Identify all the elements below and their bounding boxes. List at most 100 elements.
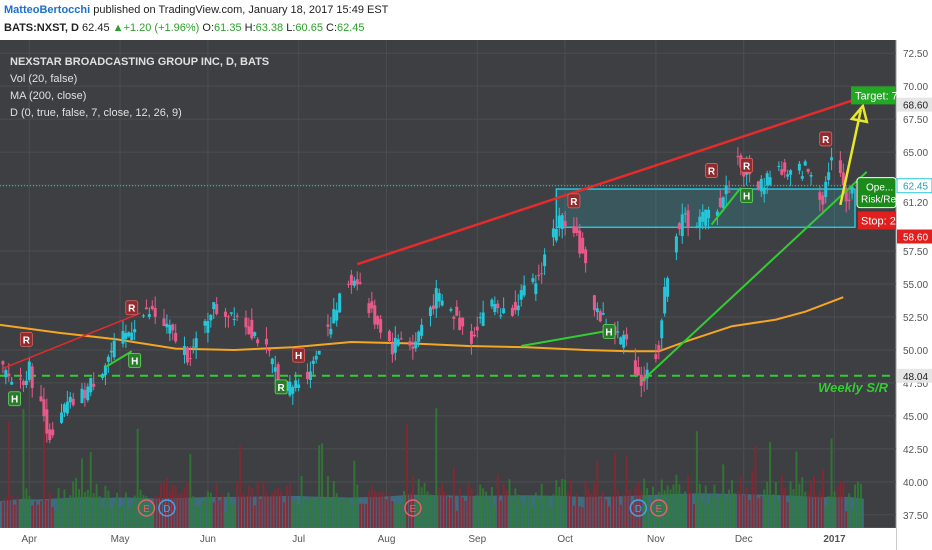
volume-bar	[622, 494, 625, 528]
volume-bar	[7, 421, 10, 528]
volume-bar	[520, 498, 523, 528]
x-tick-label: Nov	[647, 534, 665, 545]
volume-bar	[25, 488, 28, 528]
volume-bar	[464, 500, 467, 528]
volume-bar	[447, 496, 449, 528]
candle-body	[824, 181, 828, 197]
candle-body	[408, 341, 412, 346]
volume-bar	[687, 474, 690, 528]
candle-body	[59, 412, 63, 423]
volume-bar	[423, 482, 426, 528]
volume-bar	[75, 477, 78, 528]
candle-body	[165, 323, 169, 328]
y-tick-label: 45.00	[903, 412, 928, 423]
marker-label: H	[743, 192, 750, 203]
legend-indicator[interactable]: D (0, true, false, 7, close, 12, 26, 9)	[10, 105, 269, 122]
volume-bar	[236, 481, 239, 528]
volume-bar	[80, 458, 83, 528]
candle-body	[657, 345, 661, 351]
candle-body	[109, 350, 113, 353]
volume-bar	[119, 506, 122, 528]
y-tick-label: 72.50	[903, 49, 928, 60]
volume-bar	[160, 482, 163, 528]
volume-bar	[719, 494, 722, 528]
candle-body	[818, 192, 822, 200]
volume-bar	[388, 493, 391, 528]
legend-ma[interactable]: MA (200, close)	[10, 88, 269, 105]
volume-bar	[789, 481, 792, 528]
candle-body	[581, 237, 585, 254]
volume-bar	[798, 483, 801, 528]
volume-bar	[373, 491, 376, 528]
candle-body	[531, 278, 535, 282]
candle-body	[519, 290, 523, 300]
candle-body	[379, 319, 383, 333]
volume-bar	[189, 453, 192, 528]
volume-bar	[531, 506, 534, 528]
candle-body	[806, 168, 810, 172]
candle-body	[411, 346, 415, 349]
volume-bar	[63, 489, 66, 528]
candle-body	[475, 326, 479, 331]
volume-bar	[262, 481, 265, 528]
candle-body	[80, 388, 84, 404]
candle-body	[215, 304, 219, 314]
candle-body	[373, 305, 377, 325]
volume-bar	[37, 504, 40, 528]
candle-body	[584, 249, 588, 264]
volume-bar	[370, 485, 373, 528]
volume-bar	[198, 505, 201, 528]
volume-bar	[350, 504, 353, 528]
volume-bar	[201, 501, 204, 528]
y-tick-label: 55.00	[903, 280, 928, 291]
volume-bar	[555, 479, 558, 528]
volume-bar	[845, 511, 848, 528]
volume-bar	[206, 491, 209, 528]
volume-bar	[467, 483, 470, 528]
volume-bar	[19, 500, 22, 528]
volume-bar	[739, 476, 742, 528]
open-value: 61.35	[214, 22, 242, 34]
candle-body	[780, 169, 784, 175]
volume-bar	[397, 502, 400, 528]
y-tick-label: 57.50	[903, 247, 928, 258]
volume-bar	[107, 490, 110, 528]
volume-bar	[215, 483, 218, 528]
volume-bar	[341, 499, 344, 528]
volume-bar	[511, 498, 514, 528]
volume-bar	[605, 499, 608, 528]
candle-body	[625, 334, 629, 340]
candle-body	[387, 331, 391, 341]
volume-bar	[777, 500, 780, 528]
volume-bar	[359, 503, 362, 528]
candle-body	[273, 367, 277, 372]
volume-bar	[385, 499, 388, 528]
candle-body	[575, 226, 579, 234]
candle-body	[417, 331, 421, 342]
marker-label: R	[277, 383, 285, 394]
candle-body	[121, 330, 125, 344]
candle-body	[499, 315, 503, 317]
position-label-line2: Risk/Re...	[861, 195, 904, 206]
author-link[interactable]: MatteoBertocchi	[4, 4, 90, 16]
volume-bar	[716, 497, 719, 528]
candle-body	[543, 254, 547, 267]
candle-body	[188, 358, 192, 360]
volume-bar	[810, 480, 813, 528]
volume-bar	[780, 474, 783, 528]
candle-body	[297, 384, 301, 388]
volume-bar	[69, 495, 72, 528]
volume-bar	[294, 499, 297, 528]
candle-body	[39, 396, 43, 401]
candle-body	[551, 228, 555, 238]
candle-body	[18, 378, 22, 380]
volume-bar	[186, 481, 189, 528]
volume-bar	[218, 500, 221, 528]
volume-bar	[766, 481, 769, 528]
volume-bar	[4, 497, 7, 528]
candle-body	[305, 371, 309, 380]
volume-bar	[508, 479, 511, 528]
marker-label: H	[605, 327, 612, 338]
legend-volume[interactable]: Vol (20, false)	[10, 71, 269, 88]
candle-body	[800, 176, 804, 179]
